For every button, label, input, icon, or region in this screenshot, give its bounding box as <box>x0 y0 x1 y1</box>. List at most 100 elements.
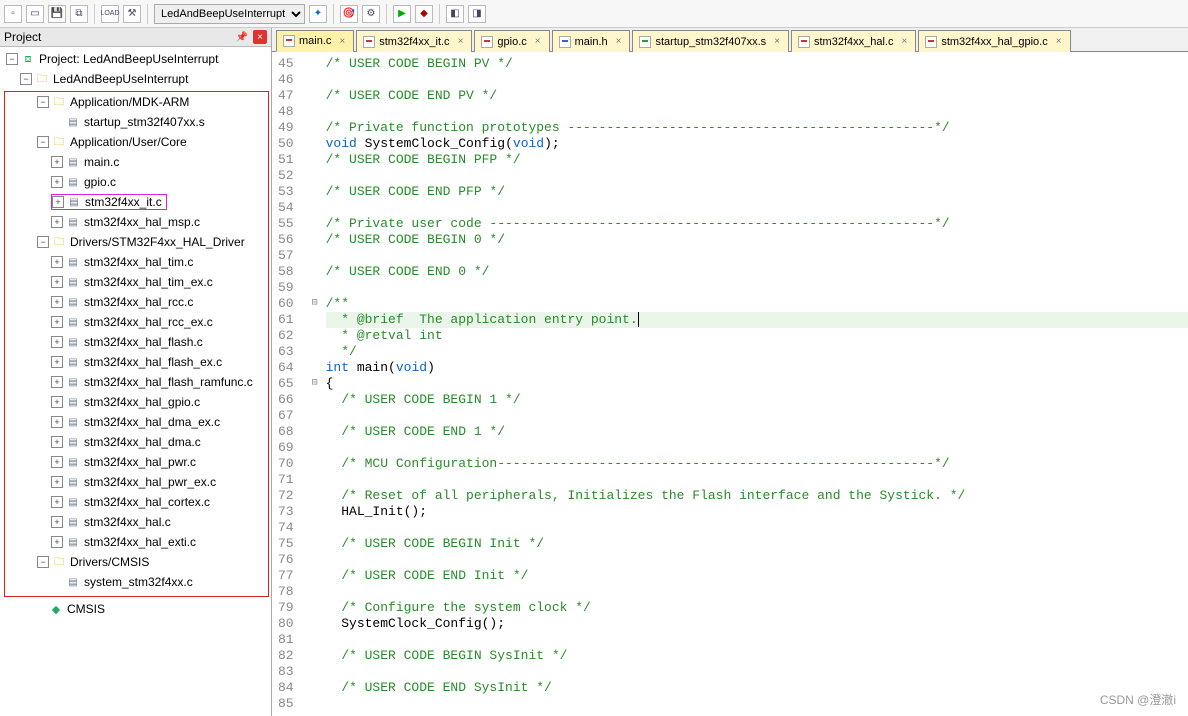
pin-icon[interactable]: 📌 <box>235 30 249 44</box>
file-hal-tim[interactable]: +▤stm32f4xx_hal_tim.c <box>47 252 268 272</box>
doc-icon <box>283 35 295 47</box>
file-hal[interactable]: +▤stm32f4xx_hal.c <box>47 512 268 532</box>
file-hal-exti[interactable]: +▤stm32f4xx_hal_exti.c <box>47 532 268 552</box>
project-panel-header: Project 📌 × <box>0 28 271 47</box>
tab-gpio-c[interactable]: gpio.c× <box>474 30 549 52</box>
file-icon: ▤ <box>65 175 81 189</box>
file-icon: ▤ <box>65 295 81 309</box>
file-icon: ▤ <box>65 575 81 589</box>
file-icon: ▤ <box>65 255 81 269</box>
tree-root[interactable]: −⧈ Project: LedAndBeepUseInterrupt <box>2 49 271 69</box>
file-hal-pwr[interactable]: +▤stm32f4xx_hal_pwr.c <box>47 452 268 472</box>
close-tab-icon[interactable]: × <box>339 36 345 47</box>
file-hal-tim-ex[interactable]: +▤stm32f4xx_hal_tim_ex.c <box>47 272 268 292</box>
pack-icon: ◆ <box>48 602 64 616</box>
file-startup[interactable]: ▤ startup_stm32f407xx.s <box>47 112 268 132</box>
editor-area: main.c×stm32f4xx_it.c×gpio.c×main.h×star… <box>272 28 1188 716</box>
file-hal-dma-ex[interactable]: +▤stm32f4xx_hal_dma_ex.c <box>47 412 268 432</box>
fold-column[interactable]: ⊟⊟ <box>308 52 322 716</box>
tab-stm32f4xx_hal-c[interactable]: stm32f4xx_hal.c× <box>791 30 916 52</box>
file-hal-gpio[interactable]: +▤stm32f4xx_hal_gpio.c <box>47 392 268 412</box>
file-icon: ▤ <box>65 415 81 429</box>
tb-open-icon[interactable]: ▭ <box>26 5 44 23</box>
file-icon: ▤ <box>65 455 81 469</box>
file-icon: ▤ <box>65 315 81 329</box>
tab-main-c[interactable]: main.c× <box>276 30 354 52</box>
tb-load-icon[interactable]: LOAD <box>101 5 119 23</box>
file-hal-cortex[interactable]: +▤stm32f4xx_hal_cortex.c <box>47 492 268 512</box>
file-icon: ▤ <box>65 475 81 489</box>
project-icon: ⧈ <box>20 52 36 66</box>
file-main-c[interactable]: +▤ main.c <box>47 152 268 172</box>
folder-app-user-core[interactable]: −🗀 Application/User/Core <box>33 132 268 152</box>
folder-drv-hal[interactable]: −🗀 Drivers/STM32F4xx_HAL_Driver <box>33 232 268 252</box>
tb-stop-icon[interactable]: ◆ <box>415 5 433 23</box>
doc-icon <box>559 36 571 48</box>
folder-icon: 🗀 <box>51 555 67 569</box>
close-tab-icon[interactable]: × <box>458 36 464 47</box>
close-tab-icon[interactable]: × <box>774 36 780 47</box>
tb-new-icon[interactable]: ▫ <box>4 5 22 23</box>
tb-build-icon[interactable]: ⚒ <box>123 5 141 23</box>
file-icon: ▤ <box>65 335 81 349</box>
file-icon: ▤ <box>65 515 81 529</box>
close-tab-icon[interactable]: × <box>1056 36 1062 47</box>
file-icon: ▤ <box>65 275 81 289</box>
file-icon: ▤ <box>65 215 81 229</box>
close-tab-icon[interactable]: × <box>901 36 907 47</box>
project-tree[interactable]: −⧈ Project: LedAndBeepUseInterrupt −🗀 Le… <box>0 47 271 716</box>
file-gpio-c[interactable]: +▤ gpio.c <box>47 172 268 192</box>
close-tab-icon[interactable]: × <box>616 36 622 47</box>
folder-icon: 🗀 <box>51 235 67 249</box>
tb-save-icon[interactable]: 💾 <box>48 5 66 23</box>
target-select[interactable]: LedAndBeepUseInterrupt <box>154 4 305 24</box>
folder-app-mdk[interactable]: −🗀 Application/MDK-ARM <box>33 92 268 112</box>
folder-cmsis[interactable]: ◆ CMSIS <box>30 599 271 619</box>
file-hal-rcc[interactable]: +▤stm32f4xx_hal_rcc.c <box>47 292 268 312</box>
close-tab-icon[interactable]: × <box>535 36 541 47</box>
file-hal-rcc-ex[interactable]: +▤stm32f4xx_hal_rcc_ex.c <box>47 312 268 332</box>
toolbar: ▫ ▭ 💾 ⧉ LOAD ⚒ LedAndBeepUseInterrupt ✦ … <box>0 0 1188 28</box>
file-icon: ▤ <box>65 435 81 449</box>
folder-icon: 🗀 <box>34 72 50 86</box>
tb-tool1-icon[interactable]: ◧ <box>446 5 464 23</box>
file-icon: ▤ <box>65 375 81 389</box>
file-icon: ▤ <box>65 395 81 409</box>
file-hal-flash[interactable]: +▤stm32f4xx_hal_flash.c <box>47 332 268 352</box>
tb-wand-icon[interactable]: ✦ <box>309 5 327 23</box>
tabstrip: main.c×stm32f4xx_it.c×gpio.c×main.h×star… <box>272 28 1188 52</box>
folder-drv-cmsis[interactable]: −🗀 Drivers/CMSIS <box>33 552 268 572</box>
file-hal-dma[interactable]: +▤stm32f4xx_hal_dma.c <box>47 432 268 452</box>
tab-stm32f4xx_hal_gpio-c[interactable]: stm32f4xx_hal_gpio.c× <box>918 30 1070 52</box>
doc-icon <box>639 36 651 48</box>
file-hal-flash-ex[interactable]: +▤stm32f4xx_hal_flash_ex.c <box>47 352 268 372</box>
file-it-c[interactable]: +▤ stm32f4xx_it.c <box>47 192 268 212</box>
file-hal-msp[interactable]: +▤ stm32f4xx_hal_msp.c <box>47 212 268 232</box>
tb-debug-icon[interactable]: ▶ <box>393 5 411 23</box>
doc-icon <box>925 36 937 48</box>
file-icon: ▤ <box>66 195 82 209</box>
tb-saveall-icon[interactable]: ⧉ <box>70 5 88 23</box>
tb-tool2-icon[interactable]: ◨ <box>468 5 486 23</box>
tree-target[interactable]: −🗀 LedAndBeepUseInterrupt <box>16 69 271 89</box>
file-system[interactable]: ▤ system_stm32f4xx.c <box>47 572 268 592</box>
file-icon: ▤ <box>65 535 81 549</box>
tab-startup_stm32f407xx-s[interactable]: startup_stm32f407xx.s× <box>632 30 789 52</box>
tb-target-icon[interactable]: 🎯 <box>340 5 358 23</box>
highlighted-group: −🗀 Application/MDK-ARM ▤ startup_stm32f4… <box>4 91 269 597</box>
file-icon: ▤ <box>65 155 81 169</box>
doc-icon <box>798 36 810 48</box>
tab-stm32f4xx_it-c[interactable]: stm32f4xx_it.c× <box>356 30 472 52</box>
file-hal-pwr-ex[interactable]: +▤stm32f4xx_hal_pwr_ex.c <box>47 472 268 492</box>
watermark: CSDN @澄澈i <box>1100 691 1176 708</box>
folder-icon: 🗀 <box>51 135 67 149</box>
tab-main-h[interactable]: main.h× <box>552 30 631 52</box>
project-panel-title: Project <box>4 30 41 44</box>
file-icon: ▤ <box>65 495 81 509</box>
file-hal-flash-ramfunc[interactable]: +▤stm32f4xx_hal_flash_ramfunc.c <box>47 372 268 392</box>
code-body[interactable]: /* USER CODE BEGIN PV *//* USER CODE END… <box>322 52 1188 716</box>
close-panel-icon[interactable]: × <box>253 30 267 44</box>
code-editor[interactable]: 4546474849505152535455565758596061626364… <box>272 52 1188 716</box>
tb-options-icon[interactable]: ⚙ <box>362 5 380 23</box>
file-icon: ▤ <box>65 115 81 129</box>
